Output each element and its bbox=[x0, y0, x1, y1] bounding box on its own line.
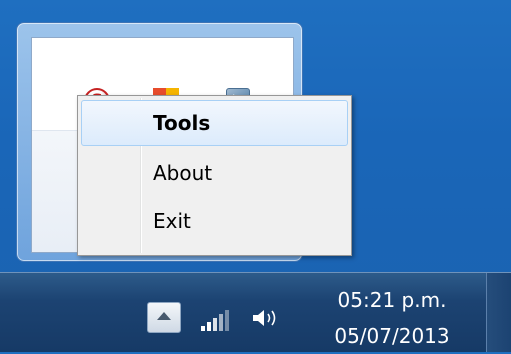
context-menu: Tools About Exit bbox=[77, 95, 352, 256]
clock-time: 05:21 p.m. bbox=[337, 288, 447, 312]
system-clock[interactable]: 05:21 p.m. 05/07/2013 bbox=[322, 282, 462, 354]
menu-item-tools[interactable]: Tools bbox=[81, 100, 348, 146]
network-signal-icon[interactable] bbox=[201, 307, 229, 331]
clock-date: 05/07/2013 bbox=[334, 324, 450, 348]
taskbar: 05:21 p.m. 05/07/2013 bbox=[0, 272, 511, 352]
volume-icon[interactable] bbox=[250, 307, 280, 329]
menu-item-exit[interactable]: Exit bbox=[81, 198, 348, 244]
chevron-up-icon bbox=[157, 312, 171, 320]
show-desktop-button[interactable] bbox=[486, 273, 511, 352]
menu-item-about[interactable]: About bbox=[81, 150, 348, 196]
show-hidden-icons-button[interactable] bbox=[147, 302, 181, 333]
